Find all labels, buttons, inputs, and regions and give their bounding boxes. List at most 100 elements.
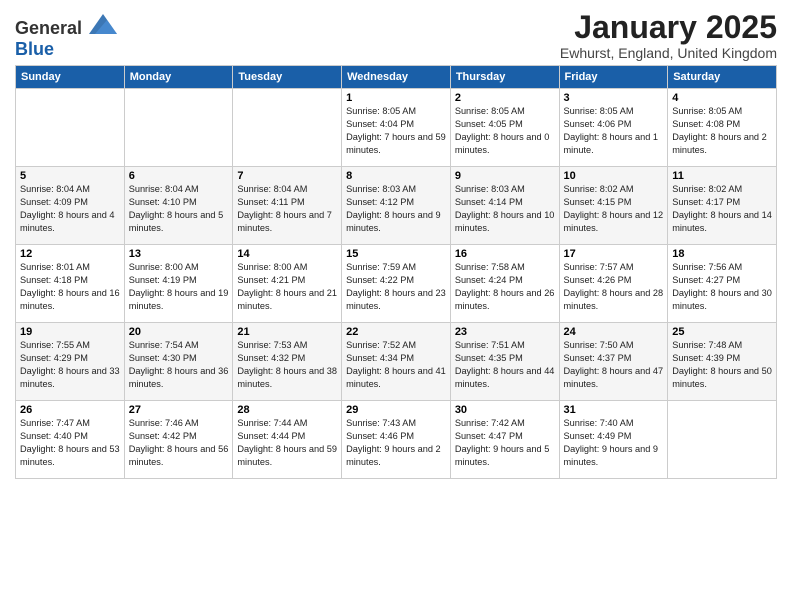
header: General Blue January 2025 Ewhurst, Engla… <box>15 10 777 61</box>
day-number: 26 <box>20 404 120 416</box>
calendar-cell: 5Sunrise: 8:04 AMSunset: 4:09 PMDaylight… <box>16 167 125 245</box>
logo-general: General <box>15 18 82 38</box>
day-number: 7 <box>237 170 337 182</box>
calendar-cell: 6Sunrise: 8:04 AMSunset: 4:10 PMDaylight… <box>124 167 233 245</box>
calendar-cell: 26Sunrise: 7:47 AMSunset: 4:40 PMDayligh… <box>16 401 125 479</box>
day-info: Sunrise: 8:00 AMSunset: 4:19 PMDaylight:… <box>129 261 229 313</box>
calendar-week-row: 12Sunrise: 8:01 AMSunset: 4:18 PMDayligh… <box>16 245 777 323</box>
day-info: Sunrise: 7:59 AMSunset: 4:22 PMDaylight:… <box>346 261 446 313</box>
header-sunday: Sunday <box>16 66 125 89</box>
day-info: Sunrise: 8:03 AMSunset: 4:14 PMDaylight:… <box>455 183 555 235</box>
day-info: Sunrise: 8:02 AMSunset: 4:15 PMDaylight:… <box>564 183 664 235</box>
calendar-table: Sunday Monday Tuesday Wednesday Thursday… <box>15 65 777 479</box>
day-number: 12 <box>20 248 120 260</box>
calendar-cell: 31Sunrise: 7:40 AMSunset: 4:49 PMDayligh… <box>559 401 668 479</box>
day-number: 14 <box>237 248 337 260</box>
calendar-cell: 8Sunrise: 8:03 AMSunset: 4:12 PMDaylight… <box>342 167 451 245</box>
page-container: General Blue January 2025 Ewhurst, Engla… <box>0 0 792 484</box>
day-info: Sunrise: 7:40 AMSunset: 4:49 PMDaylight:… <box>564 417 664 469</box>
calendar-cell: 15Sunrise: 7:59 AMSunset: 4:22 PMDayligh… <box>342 245 451 323</box>
day-number: 13 <box>129 248 229 260</box>
day-info: Sunrise: 7:52 AMSunset: 4:34 PMDaylight:… <box>346 339 446 391</box>
subtitle: Ewhurst, England, United Kingdom <box>560 45 777 61</box>
day-number: 31 <box>564 404 664 416</box>
day-info: Sunrise: 7:54 AMSunset: 4:30 PMDaylight:… <box>129 339 229 391</box>
calendar-week-row: 19Sunrise: 7:55 AMSunset: 4:29 PMDayligh… <box>16 323 777 401</box>
day-info: Sunrise: 8:04 AMSunset: 4:11 PMDaylight:… <box>237 183 337 235</box>
calendar-cell: 22Sunrise: 7:52 AMSunset: 4:34 PMDayligh… <box>342 323 451 401</box>
day-number: 11 <box>672 170 772 182</box>
day-number: 18 <box>672 248 772 260</box>
calendar-cell: 10Sunrise: 8:02 AMSunset: 4:15 PMDayligh… <box>559 167 668 245</box>
calendar-cell: 7Sunrise: 8:04 AMSunset: 4:11 PMDaylight… <box>233 167 342 245</box>
calendar-cell: 30Sunrise: 7:42 AMSunset: 4:47 PMDayligh… <box>450 401 559 479</box>
day-info: Sunrise: 8:05 AMSunset: 4:06 PMDaylight:… <box>564 105 664 157</box>
header-wednesday: Wednesday <box>342 66 451 89</box>
day-info: Sunrise: 7:47 AMSunset: 4:40 PMDaylight:… <box>20 417 120 469</box>
day-info: Sunrise: 8:05 AMSunset: 4:05 PMDaylight:… <box>455 105 555 157</box>
day-info: Sunrise: 8:03 AMSunset: 4:12 PMDaylight:… <box>346 183 446 235</box>
calendar-cell <box>668 401 777 479</box>
day-info: Sunrise: 7:44 AMSunset: 4:44 PMDaylight:… <box>237 417 337 469</box>
logo-blue: Blue <box>15 39 54 59</box>
day-number: 22 <box>346 326 446 338</box>
calendar-week-row: 26Sunrise: 7:47 AMSunset: 4:40 PMDayligh… <box>16 401 777 479</box>
calendar-cell: 27Sunrise: 7:46 AMSunset: 4:42 PMDayligh… <box>124 401 233 479</box>
calendar-cell: 2Sunrise: 8:05 AMSunset: 4:05 PMDaylight… <box>450 89 559 167</box>
day-info: Sunrise: 8:01 AMSunset: 4:18 PMDaylight:… <box>20 261 120 313</box>
calendar-cell: 20Sunrise: 7:54 AMSunset: 4:30 PMDayligh… <box>124 323 233 401</box>
calendar-cell: 13Sunrise: 8:00 AMSunset: 4:19 PMDayligh… <box>124 245 233 323</box>
day-number: 4 <box>672 92 772 104</box>
day-info: Sunrise: 7:53 AMSunset: 4:32 PMDaylight:… <box>237 339 337 391</box>
day-number: 3 <box>564 92 664 104</box>
calendar-week-row: 5Sunrise: 8:04 AMSunset: 4:09 PMDaylight… <box>16 167 777 245</box>
header-tuesday: Tuesday <box>233 66 342 89</box>
weekday-header-row: Sunday Monday Tuesday Wednesday Thursday… <box>16 66 777 89</box>
calendar-cell: 17Sunrise: 7:57 AMSunset: 4:26 PMDayligh… <box>559 245 668 323</box>
calendar-cell: 16Sunrise: 7:58 AMSunset: 4:24 PMDayligh… <box>450 245 559 323</box>
day-number: 24 <box>564 326 664 338</box>
calendar-cell: 18Sunrise: 7:56 AMSunset: 4:27 PMDayligh… <box>668 245 777 323</box>
day-number: 21 <box>237 326 337 338</box>
calendar-cell: 4Sunrise: 8:05 AMSunset: 4:08 PMDaylight… <box>668 89 777 167</box>
calendar-cell <box>16 89 125 167</box>
day-number: 30 <box>455 404 555 416</box>
day-info: Sunrise: 8:04 AMSunset: 4:09 PMDaylight:… <box>20 183 120 235</box>
logo-text: General Blue <box>15 14 117 60</box>
calendar-cell <box>124 89 233 167</box>
logo: General Blue <box>15 14 117 60</box>
calendar-cell: 29Sunrise: 7:43 AMSunset: 4:46 PMDayligh… <box>342 401 451 479</box>
header-saturday: Saturday <box>668 66 777 89</box>
day-info: Sunrise: 7:55 AMSunset: 4:29 PMDaylight:… <box>20 339 120 391</box>
day-number: 6 <box>129 170 229 182</box>
day-number: 8 <box>346 170 446 182</box>
day-number: 19 <box>20 326 120 338</box>
title-area: January 2025 Ewhurst, England, United Ki… <box>560 10 777 61</box>
day-number: 10 <box>564 170 664 182</box>
day-number: 2 <box>455 92 555 104</box>
calendar-cell: 11Sunrise: 8:02 AMSunset: 4:17 PMDayligh… <box>668 167 777 245</box>
calendar-cell <box>233 89 342 167</box>
day-number: 27 <box>129 404 229 416</box>
day-info: Sunrise: 7:42 AMSunset: 4:47 PMDaylight:… <box>455 417 555 469</box>
day-number: 9 <box>455 170 555 182</box>
calendar-cell: 12Sunrise: 8:01 AMSunset: 4:18 PMDayligh… <box>16 245 125 323</box>
calendar-cell: 24Sunrise: 7:50 AMSunset: 4:37 PMDayligh… <box>559 323 668 401</box>
day-number: 20 <box>129 326 229 338</box>
day-info: Sunrise: 8:00 AMSunset: 4:21 PMDaylight:… <box>237 261 337 313</box>
day-number: 1 <box>346 92 446 104</box>
calendar-cell: 3Sunrise: 8:05 AMSunset: 4:06 PMDaylight… <box>559 89 668 167</box>
day-info: Sunrise: 7:57 AMSunset: 4:26 PMDaylight:… <box>564 261 664 313</box>
calendar-cell: 1Sunrise: 8:05 AMSunset: 4:04 PMDaylight… <box>342 89 451 167</box>
day-info: Sunrise: 7:58 AMSunset: 4:24 PMDaylight:… <box>455 261 555 313</box>
day-number: 29 <box>346 404 446 416</box>
day-info: Sunrise: 7:43 AMSunset: 4:46 PMDaylight:… <box>346 417 446 469</box>
header-monday: Monday <box>124 66 233 89</box>
day-info: Sunrise: 8:05 AMSunset: 4:08 PMDaylight:… <box>672 105 772 157</box>
day-info: Sunrise: 7:48 AMSunset: 4:39 PMDaylight:… <box>672 339 772 391</box>
calendar-week-row: 1Sunrise: 8:05 AMSunset: 4:04 PMDaylight… <box>16 89 777 167</box>
day-info: Sunrise: 8:02 AMSunset: 4:17 PMDaylight:… <box>672 183 772 235</box>
day-number: 23 <box>455 326 555 338</box>
day-number: 5 <box>20 170 120 182</box>
day-number: 15 <box>346 248 446 260</box>
